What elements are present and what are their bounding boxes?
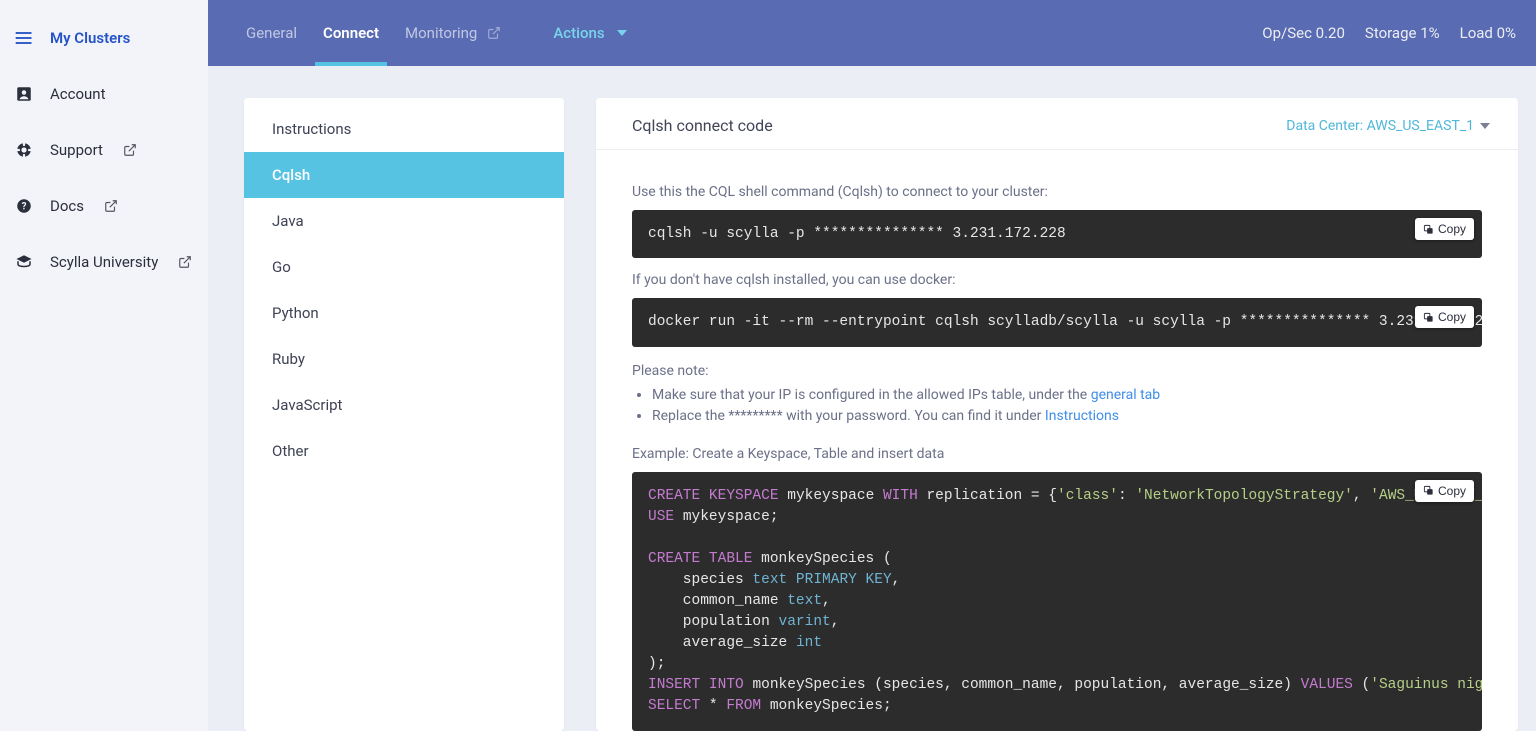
datacenter-select[interactable]: Data Center: AWS_US_EAST_1 — [1286, 118, 1490, 134]
code-text: cqlsh -u scylla -p *************** 3.231… — [648, 226, 1066, 242]
sidebar-item-label: Account — [50, 85, 106, 103]
detail-body: Use this the CQL shell command (Cqlsh) t… — [596, 150, 1518, 731]
account-icon — [14, 84, 34, 104]
sidebar-item-docs[interactable]: ? Docs — [0, 178, 208, 234]
svg-text:?: ? — [22, 201, 27, 212]
menu-item-other[interactable]: Other — [244, 428, 564, 474]
sidebar-item-account[interactable]: Account — [0, 66, 208, 122]
tab-label: Actions — [553, 24, 604, 42]
code-cqlsh: cqlsh -u scylla -p *************** 3.231… — [632, 210, 1482, 258]
metric-storage: Storage 1% — [1365, 24, 1440, 42]
external-link-icon — [487, 26, 501, 40]
code-docker: docker run -it --rm --entrypoint cqlsh s… — [632, 298, 1482, 346]
menu-icon — [14, 28, 34, 48]
detail-header: Cqlsh connect code Data Center: AWS_US_E… — [596, 98, 1518, 150]
copy-label: Copy — [1438, 310, 1466, 324]
metric-load: Load 0% — [1460, 24, 1516, 42]
connect-menu: Instructions Cqlsh Java Go Python Ruby J… — [244, 98, 564, 731]
sidebar-item-support[interactable]: Support — [0, 122, 208, 178]
code-text: docker run -it --rm --entrypoint cqlsh s… — [648, 314, 1482, 330]
main: General Connect Monitoring Actions Op/Se… — [208, 0, 1536, 731]
note-item: Replace the ********* with your password… — [652, 406, 1482, 428]
link-instructions[interactable]: Instructions — [1045, 408, 1119, 424]
sidebar-item-label: Scylla University — [50, 253, 158, 271]
support-icon — [14, 140, 34, 160]
example-label: Example: Create a Keyspace, Table and in… — [632, 446, 1482, 462]
menu-item-python[interactable]: Python — [244, 290, 564, 336]
datacenter-label: Data Center: AWS_US_EAST_1 — [1286, 118, 1474, 134]
content: Instructions Cqlsh Java Go Python Ruby J… — [208, 66, 1536, 731]
external-link-icon — [123, 143, 137, 157]
tab-label: Monitoring — [405, 24, 477, 42]
docs-icon: ? — [14, 196, 34, 216]
sidebar-item-label: Support — [50, 141, 103, 159]
header-metrics: Op/Sec 0.20 Storage 1% Load 0% — [1262, 0, 1516, 66]
sidebar-item-label: My Clusters — [50, 29, 130, 47]
sidebar: My Clusters Account Support ? Docs — [0, 0, 208, 731]
header: General Connect Monitoring Actions Op/Se… — [208, 0, 1536, 66]
menu-item-javascript[interactable]: JavaScript — [244, 382, 564, 428]
note-heading: Please note: — [632, 363, 1482, 379]
menu-item-java[interactable]: Java — [244, 198, 564, 244]
note-list: Make sure that your IP is configured in … — [632, 385, 1482, 428]
link-general-tab[interactable]: general tab — [1091, 387, 1160, 403]
note-text: Make sure that your IP is configured in … — [652, 387, 1091, 403]
sidebar-item-scylla-university[interactable]: Scylla University — [0, 234, 208, 290]
sidebar-item-my-clusters[interactable]: My Clusters — [0, 10, 208, 66]
copy-label: Copy — [1438, 484, 1466, 498]
menu-item-cqlsh[interactable]: Cqlsh — [244, 152, 564, 198]
menu-item-go[interactable]: Go — [244, 244, 564, 290]
menu-item-instructions[interactable]: Instructions — [244, 106, 564, 152]
tab-connect[interactable]: Connect — [321, 0, 381, 66]
actions-dropdown[interactable]: Actions — [551, 0, 628, 66]
external-link-icon — [104, 199, 118, 213]
external-link-icon — [178, 255, 192, 269]
detail-card: Cqlsh connect code Data Center: AWS_US_E… — [596, 98, 1518, 731]
copy-button[interactable]: Copy — [1415, 306, 1474, 328]
note-text: Replace the ********* with your password… — [652, 408, 1045, 424]
chevron-down-icon — [617, 30, 627, 36]
hint-docker: If you don't have cqlsh installed, you c… — [632, 272, 1482, 288]
header-tabs: General Connect Monitoring Actions — [244, 0, 629, 66]
note-item: Make sure that your IP is configured in … — [652, 385, 1482, 407]
tab-general[interactable]: General — [244, 0, 299, 66]
hint-cqlsh: Use this the CQL shell command (Cqlsh) t… — [632, 184, 1482, 200]
menu-item-ruby[interactable]: Ruby — [244, 336, 564, 382]
copy-button[interactable]: Copy — [1415, 480, 1474, 502]
tab-label: Connect — [323, 24, 379, 42]
code-example: CREATE KEYSPACE mykeyspace WITH replicat… — [632, 472, 1482, 731]
tab-label: General — [246, 24, 297, 42]
sidebar-item-label: Docs — [50, 197, 84, 215]
chevron-down-icon — [1480, 123, 1490, 129]
tab-monitoring[interactable]: Monitoring — [403, 0, 503, 66]
metric-opsec: Op/Sec 0.20 — [1262, 24, 1345, 42]
copy-label: Copy — [1438, 222, 1466, 236]
copy-button[interactable]: Copy — [1415, 218, 1474, 240]
detail-title: Cqlsh connect code — [632, 116, 773, 135]
university-icon — [14, 252, 34, 272]
